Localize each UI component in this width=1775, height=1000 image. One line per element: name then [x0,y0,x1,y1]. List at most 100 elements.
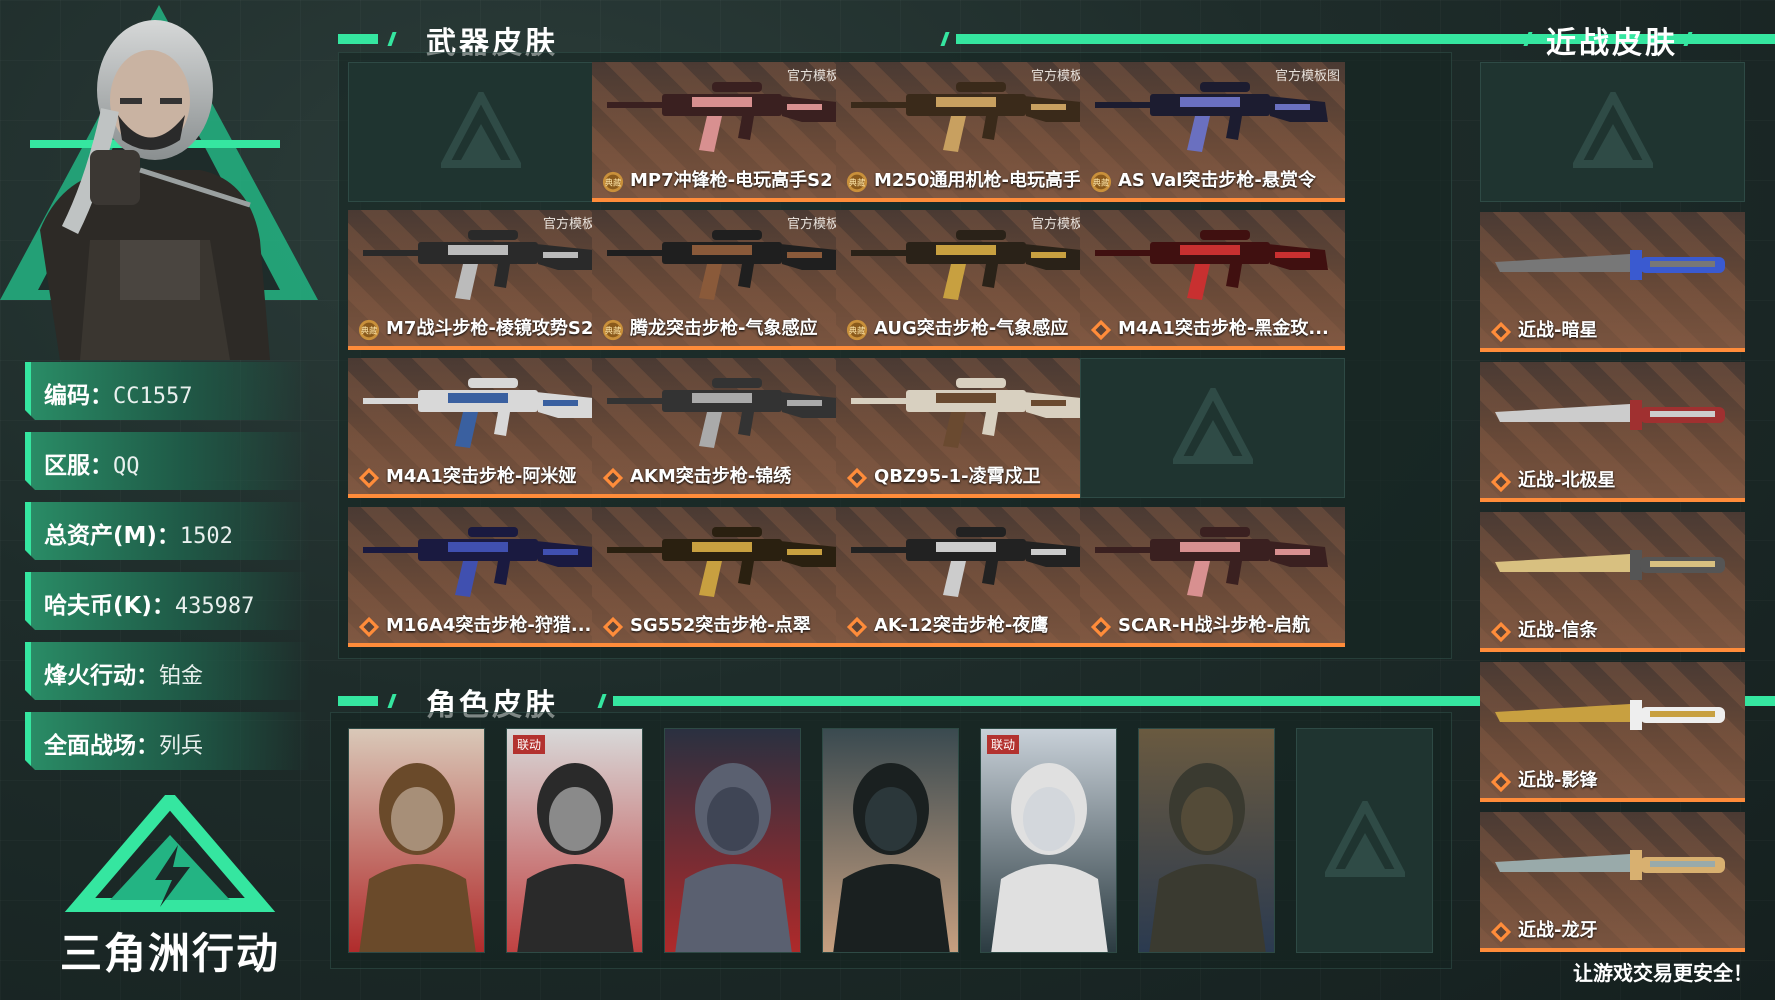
weapon-card[interactable]: SCAR-H战斗步枪-启航 [1080,507,1345,647]
rarity-diamond-icon [1090,319,1112,341]
rarity-bar [1080,643,1345,647]
weapon-card[interactable]: M4A1突击步枪-黑金玫... [1080,210,1345,350]
character-card[interactable] [822,728,959,953]
melee-section-title: 近战皮肤 [1478,18,1763,61]
brand-name: 三角洲行动 [60,929,281,978]
character-card[interactable]: 联动 [980,728,1117,953]
weapon-image [1095,230,1328,300]
collector-badge-icon: 典藏 [846,319,868,341]
weapon-card[interactable]: QBZ95-1-凌霄戍卫 [836,358,1101,498]
rarity-bar [592,346,857,350]
melee-card[interactable]: 近战-北极星 [1480,362,1745,502]
rarity-bar [836,198,1101,202]
rarity-diamond-icon [602,616,624,638]
profile-info-list: 编码：CC1557 区服：QQ 总资产(M)：1502 哈夫币(K)：43598… [25,362,310,782]
character-card[interactable] [664,728,801,953]
rarity-bar [1480,498,1745,502]
info-value: 435987 [174,594,255,619]
character-portrait [981,729,1116,952]
info-value: CC1557 [113,384,193,409]
weapon-name: M250通用机枪-电玩高手S2 [874,170,1101,191]
collector-badge-icon: 典藏 [602,171,624,193]
delta-watermark-icon [1324,800,1405,877]
weapon-card[interactable]: 官方模板图 典藏 AS Val突击步枪-悬赏令 [1080,62,1345,202]
delta-watermark-icon [440,92,521,168]
character-portrait [507,729,642,952]
info-label: 哈夫币(K)： [44,593,175,619]
rarity-bar [592,198,857,202]
character-card[interactable] [1138,728,1275,953]
collector-badge-icon: 典藏 [602,319,624,341]
info-label: 全面战场： [44,733,159,759]
info-label: 总资产(M)： [44,523,180,549]
weapon-image [607,82,840,152]
weapon-card[interactable]: M16A4突击步枪-狩猎... [348,507,613,647]
weapon-image [851,527,1084,597]
weapon-image [607,378,840,448]
info-label: 编码： [44,383,113,409]
melee-card[interactable]: 近战-信条 [1480,512,1745,652]
weapon-name: 腾龙突击步枪-气象感应 [630,318,818,339]
delta-logo-icon [64,789,276,912]
rarity-diamond-icon [1490,921,1512,943]
melee-card[interactable]: 近战-暗星 [1480,212,1745,352]
linkage-tag: 联动 [513,735,546,754]
weapon-name: AUG突击步枪-气象感应 [874,318,1069,339]
delta-watermark-icon [1572,92,1653,168]
character-card[interactable]: 联动 [506,728,643,953]
weapon-name: SG552突击步枪-点翠 [630,615,811,636]
weapon-slot-empty [1080,358,1345,498]
rarity-bar [592,643,857,647]
rarity-diamond-icon [602,467,624,489]
svg-text:典藏: 典藏 [849,178,866,188]
weapon-image [851,378,1084,448]
melee-slot-empty [1480,62,1745,202]
rarity-diamond-icon [358,467,380,489]
weapon-image [607,230,840,300]
melee-card[interactable]: 近战-龙牙 [1480,812,1745,952]
weapon-card[interactable]: SG552突击步枪-点翠 [592,507,857,647]
weapon-name: SCAR-H战斗步枪-启航 [1118,615,1310,636]
collector-badge-icon: 典藏 [1090,171,1112,193]
weapon-name: M4A1突击步枪-阿米娅 [386,466,577,487]
character-portrait [823,729,958,952]
svg-text:典藏: 典藏 [361,326,378,336]
info-label: 区服： [44,453,113,479]
brand-block: 三角洲行动 [60,789,281,995]
rarity-bar [836,346,1101,350]
character-card[interactable] [348,728,485,953]
weapon-name: M4A1突击步枪-黑金玫... [1118,318,1329,339]
weapon-card[interactable]: AK-12突击步枪-夜鹰 [836,507,1101,647]
weapon-card[interactable]: 官方模板图 典藏 腾龙突击步枪-气象感应 [592,210,857,350]
melee-name: 近战-龙牙 [1518,920,1598,941]
weapon-card[interactable]: 官方模板图 典藏 M250通用机枪-电玩高手S2 [836,62,1101,202]
weapon-card[interactable]: 官方模板图 典藏 M7战斗步枪-棱镜攻势S2 [348,210,613,350]
profile-panel: 编码：CC1557 区服：QQ 总资产(M)：1502 哈夫币(K)：43598… [0,0,318,1000]
melee-image [1495,700,1725,730]
character-portrait [665,729,800,952]
info-row-server: 区服：QQ [25,432,310,490]
info-label: 烽火行动： [44,663,159,689]
weapon-card[interactable]: 官方模板图 典藏 MP7冲锋枪-电玩高手S2 [592,62,857,202]
weapon-name: AS Val突击步枪-悬赏令 [1118,170,1316,191]
weapon-image [363,527,596,597]
rarity-bar [836,643,1101,647]
rarity-diamond-icon [1490,621,1512,643]
weapon-card[interactable]: M4A1突击步枪-阿米娅 [348,358,613,498]
weapon-name: QBZ95-1-凌霄戍卫 [874,466,1041,487]
svg-text:典藏: 典藏 [605,326,622,336]
melee-image [1495,250,1725,280]
slogan: 让游戏交易更安全！ [1573,961,1753,985]
info-row-operations-rank: 烽火行动：铂金 [25,642,310,700]
weapon-image [1095,82,1328,152]
weapon-image [851,230,1084,300]
weapon-image [363,230,596,300]
info-row-total-assets: 总资产(M)：1502 [25,502,310,560]
rarity-bar [348,494,613,498]
weapon-card[interactable]: AKM突击步枪-锦绣 [592,358,857,498]
info-value: 列兵 [159,734,204,759]
svg-text:典藏: 典藏 [605,178,622,188]
weapon-card[interactable]: 官方模板图 典藏 AUG突击步枪-气象感应 [836,210,1101,350]
info-value: QQ [113,454,140,479]
melee-card[interactable]: 近战-影锋 [1480,662,1745,802]
